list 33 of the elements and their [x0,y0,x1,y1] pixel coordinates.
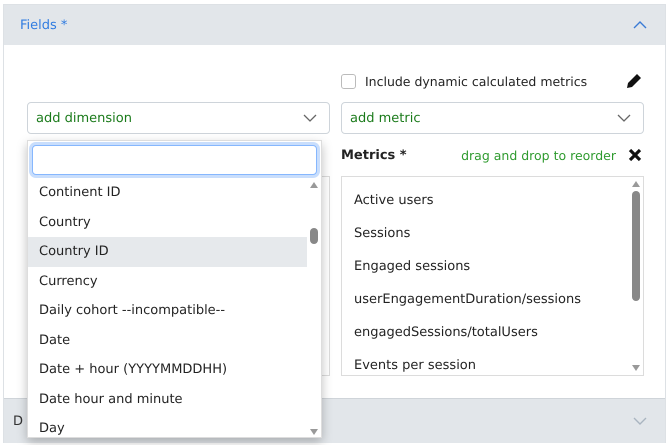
dropdown-option[interactable]: Date + hour (YYYYMMDDHH) [28,355,307,384]
scrollbar-thumb[interactable] [310,228,318,244]
metric-select[interactable]: add metric [341,102,644,134]
scrollbar-thumb[interactable] [632,191,640,301]
dropdown-option[interactable]: Date [28,326,307,355]
dropdown-option[interactable]: Day [28,414,307,437]
chevron-icon [617,114,631,122]
metric-item[interactable]: Active users [342,184,629,217]
metric-item[interactable]: userEngagementDuration/sessions [342,283,629,316]
checkbox-label: Include dynamic calculated metrics [365,74,588,88]
dropdown-option[interactable]: Currency [28,266,307,296]
reorder-hint: drag and drop to reorder [461,148,616,162]
close-icon[interactable] [628,148,642,162]
search-field[interactable] [32,145,317,175]
section-title: Fields * [20,18,68,32]
dropdown-option[interactable]: Continent ID [28,178,307,208]
metric-item[interactable]: engagedSessions/totalUsers [342,316,629,349]
metric-item[interactable]: Events per session [342,349,629,382]
dropdown-option[interactable]: Country ID [28,237,307,266]
scroll-up-icon[interactable] [632,181,640,187]
dropdown-option[interactable]: Daily cohort --incompatible-- [28,296,307,326]
metrics-label: Metrics * [341,148,407,162]
scroll-down-icon[interactable] [632,365,640,371]
chevron-icon [303,114,317,122]
scroll-up-icon[interactable] [310,182,318,188]
checkbox[interactable] [341,74,356,88]
dimension-select[interactable]: add dimension [27,102,330,134]
scroll-down-icon[interactable] [310,429,318,435]
dropdown-option[interactable]: Country [28,208,307,237]
section-title: D [13,414,24,428]
metric-item[interactable]: Sessions [342,217,629,250]
metric-item[interactable]: Engaged sessions [342,250,629,283]
pencil-icon[interactable] [626,73,642,89]
